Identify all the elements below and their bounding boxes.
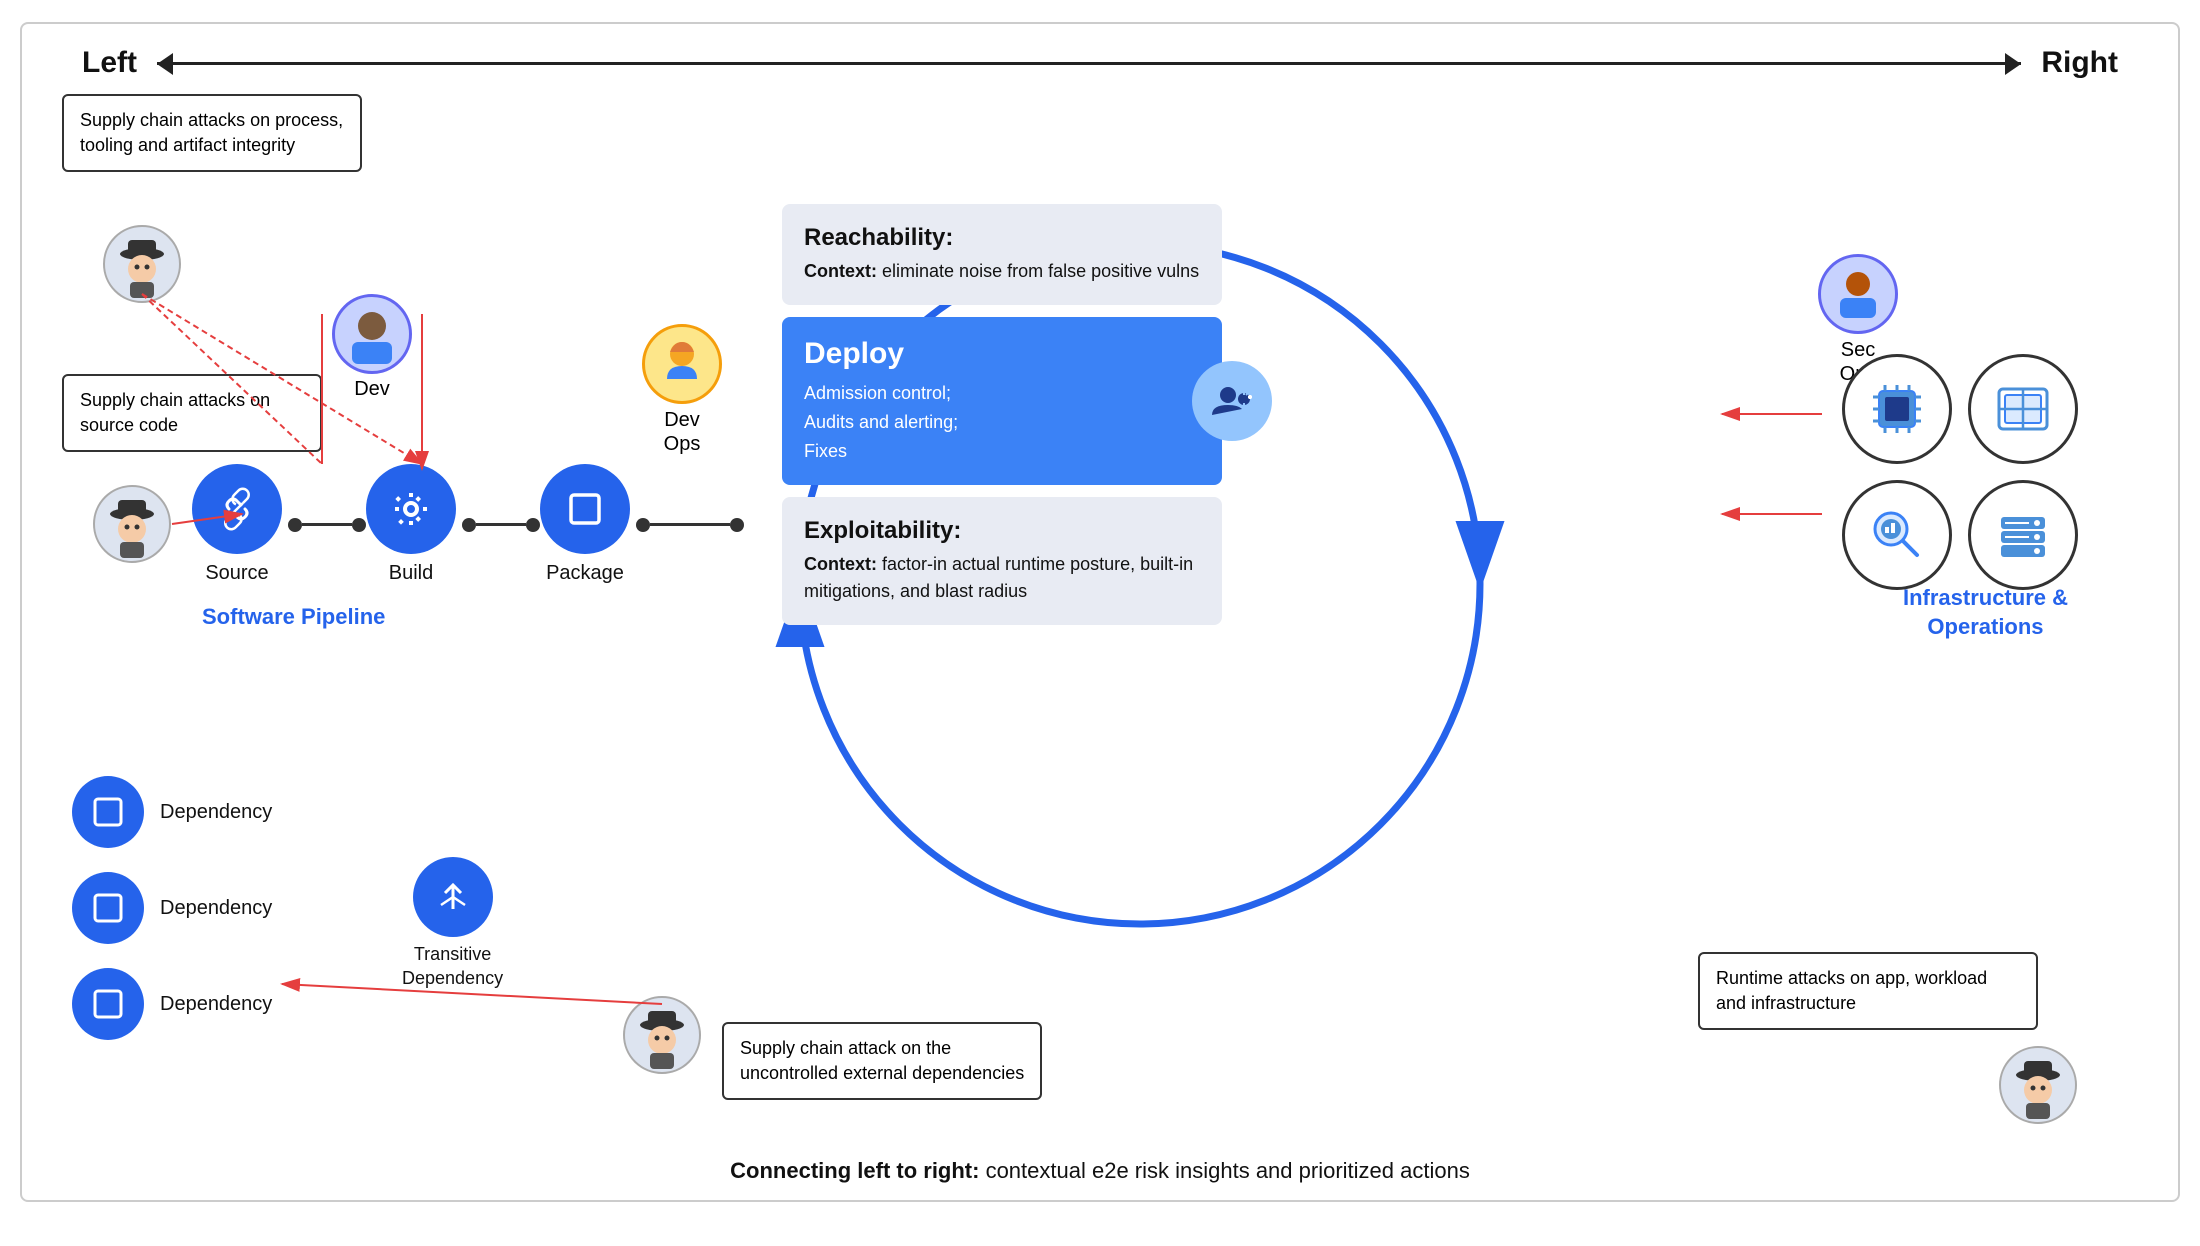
- main-container: Left Right Supply chain attacks on proce…: [20, 22, 2180, 1202]
- dep-3: Dependency: [72, 968, 272, 1040]
- exploitability-panel: Exploitability: Context: factor-in actua…: [782, 497, 1222, 625]
- dep-1: Dependency: [72, 776, 272, 848]
- hacker-top-left: [102, 224, 182, 309]
- package-label: Package: [546, 562, 624, 585]
- build-label: Build: [389, 562, 433, 585]
- build-node: [366, 464, 456, 554]
- dev-label: Dev: [332, 378, 412, 401]
- pipeline-container: Source Build: [192, 464, 744, 585]
- source-node: [192, 464, 282, 554]
- devops-label: DevOps: [642, 408, 722, 456]
- bottom-label: Connecting left to right: contextual e2e…: [730, 1158, 1470, 1184]
- infra-label: Infrastructure &Operations: [1903, 584, 2068, 641]
- dev-avatar: Dev: [332, 294, 412, 401]
- center-panels: Reachability: Context: eliminate noise f…: [782, 204, 1222, 625]
- right-label: Right: [2041, 46, 2118, 80]
- infra-analytics-icon: [1842, 480, 1952, 590]
- hacker-mid-left: [92, 484, 172, 569]
- transitive-dep-label: TransitiveDependency: [402, 943, 503, 990]
- dep-container: Dependency Dependency Dependency: [72, 776, 272, 1040]
- infra-cpu-icon: [1842, 354, 1952, 464]
- callout-process-attack: Supply chain attacks on process, tooling…: [62, 94, 362, 172]
- infra-grid: [1842, 354, 2078, 590]
- reachability-panel: Reachability: Context: eliminate noise f…: [782, 204, 1222, 305]
- deploy-icon: [1192, 361, 1272, 441]
- package-node: [540, 464, 630, 554]
- infra-server-icon: [1968, 480, 2078, 590]
- dep-2: Dependency: [72, 872, 272, 944]
- callout-dep-attack: Supply chain attack on the uncontrolled …: [722, 1022, 1042, 1100]
- devops-avatar: DevOps: [642, 324, 722, 456]
- infra-container-icon: [1968, 354, 2078, 464]
- pipeline-label: Software Pipeline: [202, 604, 385, 630]
- source-label: Source: [205, 562, 268, 585]
- hacker-bottom-right: [1998, 1045, 2078, 1130]
- left-label: Left: [82, 46, 137, 80]
- hacker-bottom-center: [622, 995, 702, 1080]
- callout-source-attack: Supply chain attacks on source code: [62, 374, 322, 452]
- callout-runtime-attack: Runtime attacks on app, workload and inf…: [1698, 952, 2038, 1030]
- transitive-dep: TransitiveDependency: [402, 857, 503, 990]
- deploy-panel: Deploy Admission control;Audits and aler…: [782, 317, 1222, 485]
